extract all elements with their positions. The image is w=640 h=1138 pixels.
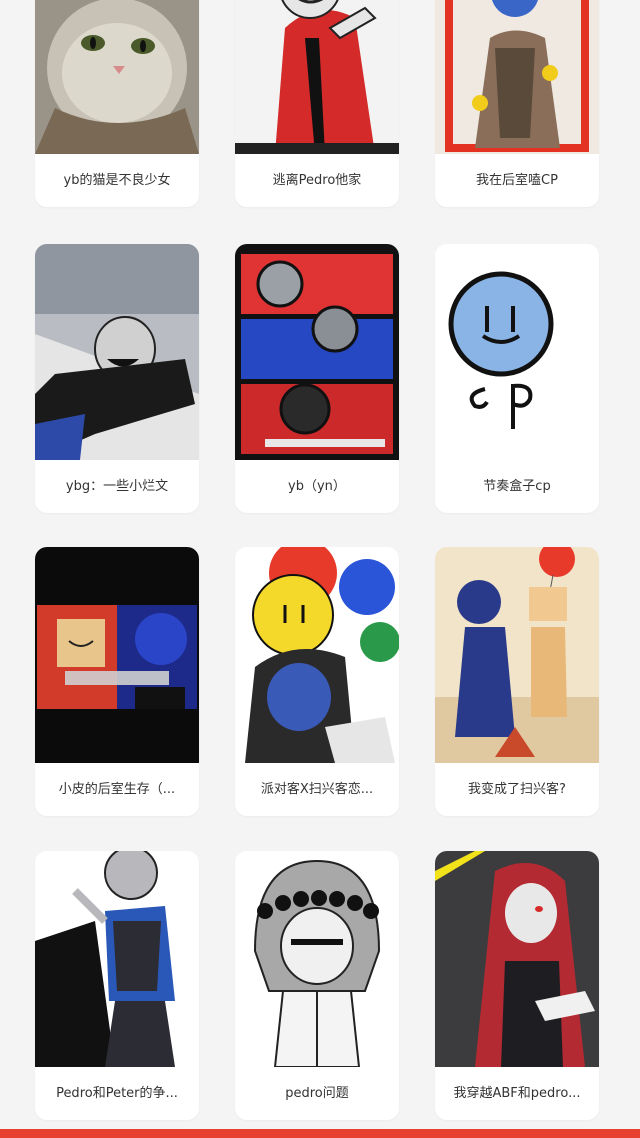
story-title: 我变成了扫兴客? xyxy=(468,782,566,797)
story-title: pedro问题 xyxy=(285,1086,349,1101)
story-cover-image xyxy=(235,244,399,460)
story-card[interactable]: yb（yn） xyxy=(235,244,399,513)
story-cover-image xyxy=(435,0,599,154)
story-card[interactable]: 逃离Pedro他家 xyxy=(235,0,399,207)
story-title: 我在后室嗑CP xyxy=(476,173,558,188)
story-card[interactable]: yb的猫是不良少女 xyxy=(35,0,199,207)
story-title: 派对客X扫兴客恋... xyxy=(260,782,374,797)
story-card[interactable]: 节奏盒子cp xyxy=(435,244,599,513)
story-cover-image xyxy=(235,0,399,154)
story-cover-image xyxy=(35,547,199,763)
story-title: Pedro和Peter的争... xyxy=(56,1086,178,1101)
story-card[interactable]: 派对客X扫兴客恋... xyxy=(235,547,399,816)
story-cover-image xyxy=(235,547,399,763)
story-card[interactable]: 我变成了扫兴客? xyxy=(435,547,599,816)
story-title: 小皮的后室生存（... xyxy=(58,782,176,797)
story-title: yb（yn） xyxy=(288,479,346,494)
story-cover-image xyxy=(435,547,599,763)
story-title: 我穿越ABF和pedro... xyxy=(453,1086,581,1101)
story-card[interactable]: 我在后室嗑CP xyxy=(435,0,599,207)
story-card[interactable]: pedro问题 xyxy=(235,851,399,1120)
story-cover-image xyxy=(435,851,599,1067)
story-cover-image xyxy=(35,244,199,460)
story-title: yb的猫是不良少女 xyxy=(63,173,171,188)
story-card[interactable]: Pedro和Peter的争... xyxy=(35,851,199,1120)
story-cover-image xyxy=(435,244,599,460)
story-card[interactable]: ybg：一些小烂文 xyxy=(35,244,199,513)
story-cover-image xyxy=(35,0,199,154)
story-card[interactable]: 我穿越ABF和pedro... xyxy=(435,851,599,1120)
story-title: 逃离Pedro他家 xyxy=(272,173,362,188)
story-cover-image xyxy=(35,851,199,1067)
story-title: 节奏盒子cp xyxy=(483,479,551,494)
story-title: ybg：一些小烂文 xyxy=(65,479,169,494)
story-cover-image xyxy=(235,851,399,1067)
bottom-accent-bar xyxy=(0,1129,640,1138)
story-card[interactable]: 小皮的后室生存（... xyxy=(35,547,199,816)
